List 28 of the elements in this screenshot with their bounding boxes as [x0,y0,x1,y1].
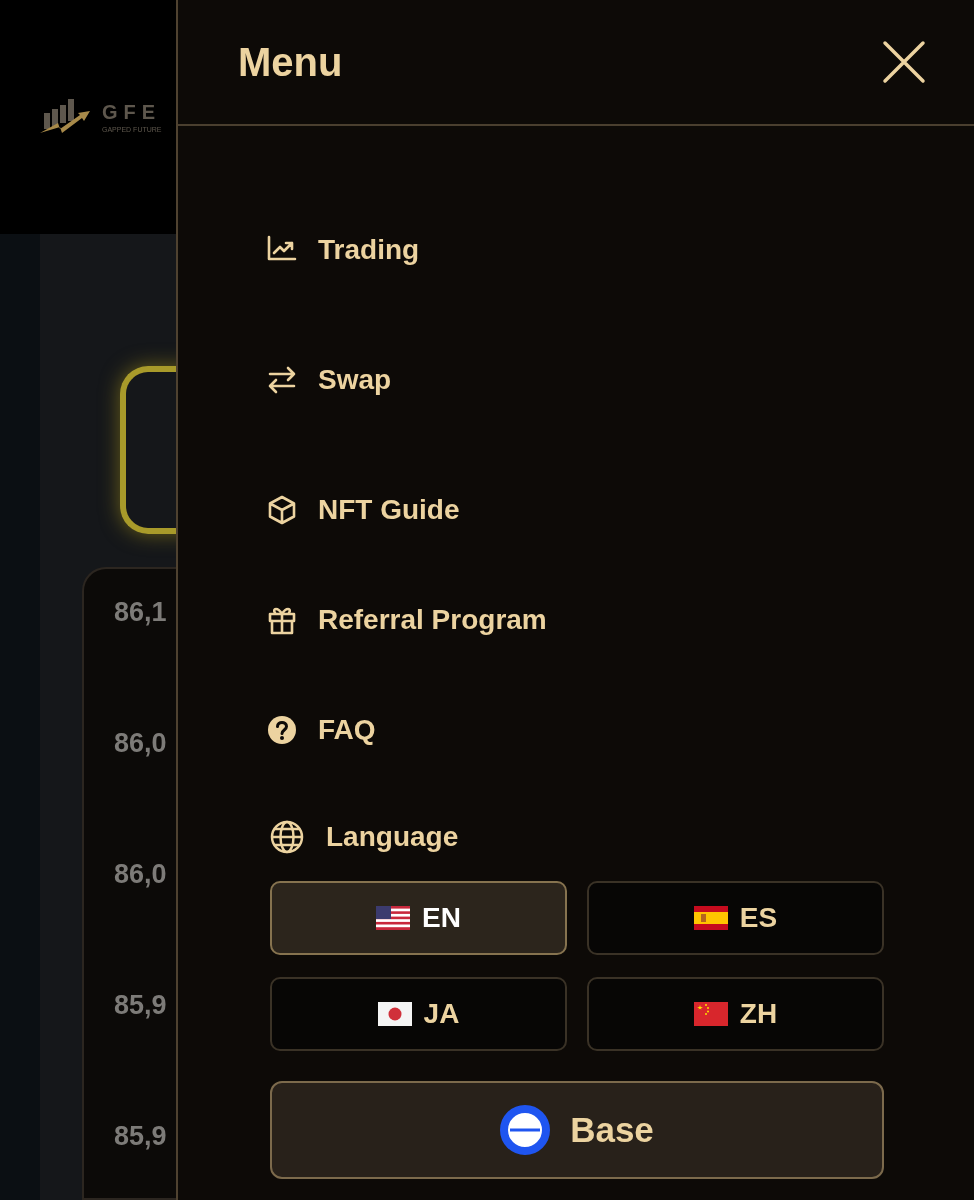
globe-icon [270,820,304,854]
flag-icon [377,1002,412,1026]
menu-item[interactable]: FAQ [266,713,974,747]
menu-item[interactable]: Referral Program [266,603,974,637]
swap-icon [266,364,298,396]
language-option[interactable]: JA [270,977,567,1051]
close-button[interactable] [882,40,926,84]
price-label: 86,1 [114,599,168,626]
language-option[interactable]: ZH [587,977,884,1051]
menu-title: Menu [238,39,343,86]
price-label: 86,0 [114,730,168,757]
price-label: 86,0 [114,861,168,888]
language-label: Language [326,820,459,854]
flag-icon [693,906,728,930]
menu-item[interactable]: NFT Guide [266,493,974,527]
menu-item[interactable]: Swap [266,363,974,397]
network-button[interactable]: Base [270,1081,884,1179]
logo-text: GFE [102,101,162,122]
cube-icon [266,494,298,526]
price-label: 85,9 [114,1123,168,1150]
price-label: 85,9 [114,992,168,1019]
flag-icon [693,1002,728,1026]
menu-item[interactable]: Trading [266,233,974,267]
flag-icon [376,906,411,930]
network-icon [500,1105,551,1155]
language-option[interactable]: ES [587,881,884,955]
language-option[interactable]: EN [270,881,567,955]
help-icon [266,714,298,746]
